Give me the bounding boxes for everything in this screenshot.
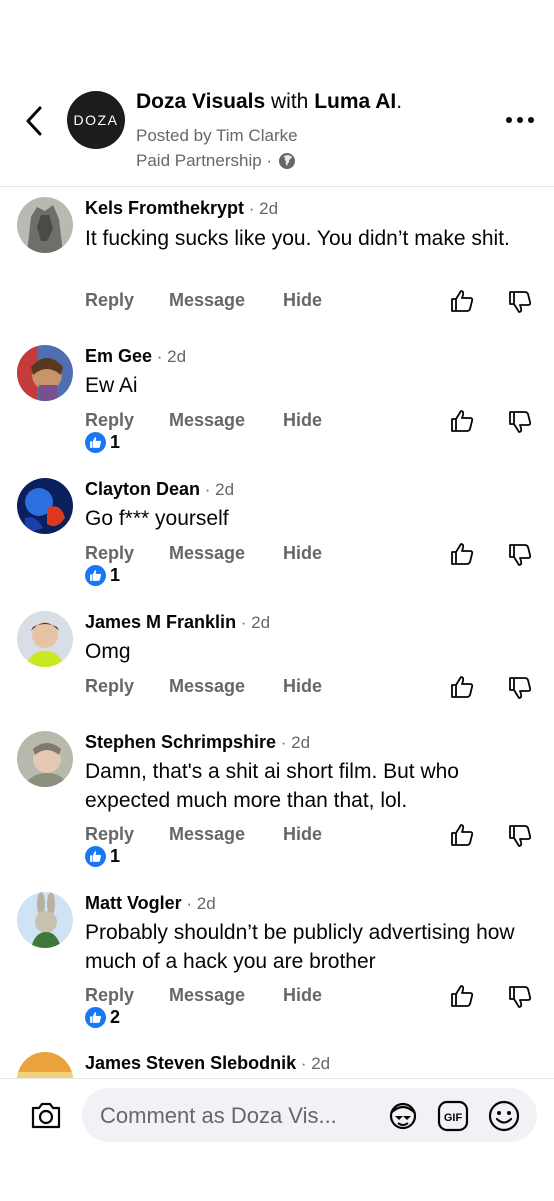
comment-author-line: Matt Vogler · 2d <box>85 893 216 914</box>
hide-button[interactable]: Hide <box>283 985 322 1006</box>
reply-button[interactable]: Reply <box>85 824 134 845</box>
thumbs-down-icon[interactable] <box>508 410 532 434</box>
comment-author-line: Em Gee · 2d <box>85 346 186 367</box>
avatar[interactable] <box>17 611 73 667</box>
comment-placeholder: Comment as Doza Vis... <box>100 1103 337 1128</box>
comment-text: Omg <box>85 640 131 663</box>
page-logo[interactable]: DOZA <box>67 91 125 149</box>
like-count: 2 <box>110 1007 121 1027</box>
comment-author[interactable]: Kels Fromthekrypt <box>85 198 244 218</box>
thumbs-up-icon[interactable] <box>450 823 474 847</box>
more-dots-icon[interactable] <box>505 112 535 128</box>
comment-author[interactable]: Clayton Dean <box>85 479 200 499</box>
reply-button[interactable]: Reply <box>85 985 134 1006</box>
comment-text: Probably shouldn’t be publicly advertisi… <box>85 921 515 973</box>
avatar-sticker-icon[interactable] <box>387 1101 419 1131</box>
like-reaction-icon <box>85 1007 106 1028</box>
comment-time: · 2d <box>181 894 216 913</box>
like-count: 1 <box>110 565 121 585</box>
message-button[interactable]: Message <box>169 676 245 697</box>
reply-button[interactable]: Reply <box>85 290 134 311</box>
reaction-count[interactable]: 1 <box>85 432 120 453</box>
page-name-link[interactable]: Doza Visuals <box>136 90 265 113</box>
thumbs-up-icon[interactable] <box>450 984 474 1008</box>
hide-button[interactable]: Hide <box>283 410 322 431</box>
thumbs-up-icon[interactable] <box>450 289 474 313</box>
partnership-label: Paid Partnership · <box>136 151 273 170</box>
avatar[interactable] <box>17 197 73 253</box>
thumbs-down-icon[interactable] <box>508 985 532 1009</box>
comment-text: It fucking sucks like you. You didn’t ma… <box>85 227 510 250</box>
thumbs-up-icon[interactable] <box>450 542 474 566</box>
reaction-count[interactable]: 1 <box>85 846 120 867</box>
reply-button[interactable]: Reply <box>85 676 134 697</box>
like-reaction-icon <box>85 432 106 453</box>
comment-author[interactable]: James Steven Slebodnik <box>85 1053 296 1073</box>
gif-icon[interactable]: GIF <box>437 1100 469 1132</box>
comment-time: · 2d <box>296 1054 331 1073</box>
comment-text: Ew Ai <box>85 374 138 397</box>
with-word: with <box>265 90 315 113</box>
hide-button[interactable]: Hide <box>283 543 322 564</box>
comment-text: Damn, that's a shit ai short film. But w… <box>85 760 459 812</box>
message-button[interactable]: Message <box>169 290 245 311</box>
thumbs-down-icon[interactable] <box>508 676 532 700</box>
reaction-count[interactable]: 2 <box>85 1007 120 1028</box>
like-reaction-icon <box>85 565 106 586</box>
logo-text: DOZA <box>73 112 119 128</box>
hide-button[interactable]: Hide <box>283 290 322 311</box>
thumbs-down-icon[interactable] <box>508 824 532 848</box>
camera-icon[interactable] <box>30 1100 62 1130</box>
comment-author-line: Stephen Schrimpshire · 2d <box>85 732 310 753</box>
comment-author-line: James Steven Slebodnik · 2d <box>85 1053 330 1074</box>
chevron-left-icon[interactable] <box>20 104 50 138</box>
thumbs-down-icon[interactable] <box>508 543 532 567</box>
message-button[interactable]: Message <box>169 410 245 431</box>
partner-name-link[interactable]: Luma AI <box>314 90 396 113</box>
comment-input[interactable]: Comment as Doza Vis... GIF <box>82 1088 537 1142</box>
avatar[interactable] <box>17 478 73 534</box>
paid-partnership: Paid Partnership · <box>136 151 296 171</box>
message-button[interactable]: Message <box>169 543 245 564</box>
comment-text: Go f*** yourself <box>85 507 229 530</box>
comment-author-line: Clayton Dean · 2d <box>85 479 234 500</box>
posted-by: Posted by Tim Clarke <box>136 126 298 145</box>
comment-time: · 2d <box>244 199 279 218</box>
reply-button[interactable]: Reply <box>85 543 134 564</box>
comment-author[interactable]: James M Franklin <box>85 612 236 632</box>
comment-time: · 2d <box>152 347 187 366</box>
reply-button[interactable]: Reply <box>85 410 134 431</box>
comment-time: · 2d <box>200 480 235 499</box>
title-end: . <box>396 90 403 113</box>
message-button[interactable]: Message <box>169 985 245 1006</box>
like-count: 1 <box>110 432 121 452</box>
thumbs-down-icon[interactable] <box>508 290 532 314</box>
post-title: Doza Visuals with Luma AI. <box>136 90 402 114</box>
comment-author-line: Kels Fromthekrypt · 2d <box>85 198 278 219</box>
like-count: 1 <box>110 846 121 866</box>
message-button[interactable]: Message <box>169 824 245 845</box>
comment-time: · 2d <box>276 733 311 752</box>
avatar[interactable] <box>17 731 73 787</box>
hide-button[interactable]: Hide <box>283 824 322 845</box>
hide-button[interactable]: Hide <box>283 676 322 697</box>
thumbs-up-icon[interactable] <box>450 675 474 699</box>
gif-label: GIF <box>444 1112 463 1124</box>
reaction-count[interactable]: 1 <box>85 565 120 586</box>
comment-author-line: James M Franklin · 2d <box>85 612 270 633</box>
emoji-icon[interactable] <box>488 1100 520 1132</box>
comment-author[interactable]: Em Gee <box>85 346 152 366</box>
like-reaction-icon <box>85 846 106 867</box>
comment-author[interactable]: Stephen Schrimpshire <box>85 732 276 752</box>
thumbs-up-icon[interactable] <box>450 409 474 433</box>
comment-time: · 2d <box>236 613 271 632</box>
globe-icon <box>279 153 296 169</box>
comment-author[interactable]: Matt Vogler <box>85 893 182 913</box>
avatar[interactable] <box>17 345 73 401</box>
post-header: DOZA Doza Visuals with Luma AI. Posted b… <box>0 0 554 187</box>
avatar[interactable] <box>17 892 73 948</box>
